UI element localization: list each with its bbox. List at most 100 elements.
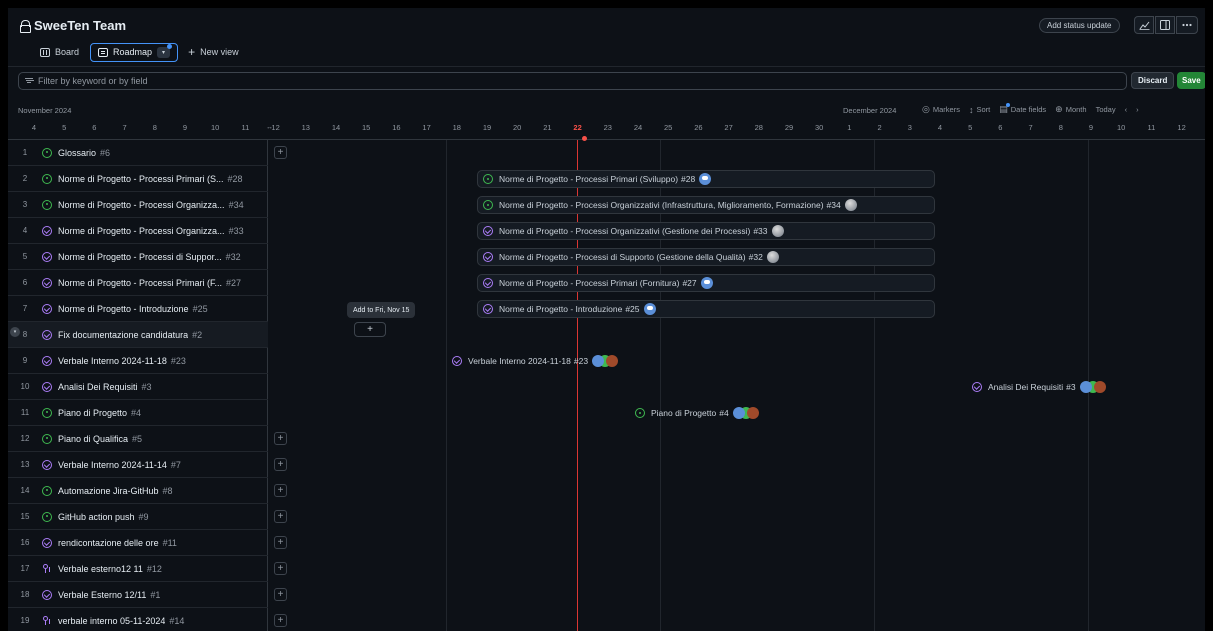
column-resize-icon[interactable]: ↔ xyxy=(266,124,273,131)
add-date-button[interactable]: + xyxy=(274,614,287,627)
avatar[interactable] xyxy=(844,199,857,211)
row-menu-icon[interactable]: ▾ xyxy=(10,327,20,337)
table-row[interactable]: 2 Norme di Progetto - Processi Primari (S… xyxy=(8,166,268,192)
table-row[interactable]: 8 ▾ Fix documentazione candidatura #2 xyxy=(8,322,268,348)
table-row[interactable]: 13 Verbale Interno 2024-11-14 #7 xyxy=(8,452,268,478)
date-fields-button[interactable]: ▤ Date fields xyxy=(999,103,1046,115)
table-row[interactable]: 9 Verbale Interno 2024-11-18 #23 xyxy=(8,348,268,374)
timeline-bar[interactable]: Norme di Progetto - Processi di Supporto… xyxy=(477,248,935,266)
item-title[interactable]: rendicontazione delle ore xyxy=(58,538,159,548)
panel-icon[interactable] xyxy=(1155,16,1175,34)
issue-open-icon xyxy=(483,174,493,184)
table-row[interactable]: 16 rendicontazione delle ore #11 xyxy=(8,530,268,556)
item-title[interactable]: Automazione Jira-GitHub xyxy=(58,486,159,496)
zoom-button[interactable]: ⊕ Month xyxy=(1055,104,1086,115)
add-date-button[interactable]: + xyxy=(274,510,287,523)
timeline-bar[interactable]: Norme di Progetto - Introduzione #25 xyxy=(477,300,935,318)
item-title[interactable]: Norme di Progetto - Processi Organizza..… xyxy=(58,200,225,210)
add-date-button[interactable]: + xyxy=(274,588,287,601)
add-date-button[interactable]: + xyxy=(274,562,287,575)
previous-icon[interactable]: ‹ xyxy=(1125,105,1128,114)
item-title[interactable]: verbale interno 05-11-2024 xyxy=(58,616,165,626)
item-title[interactable]: Fix documentazione candidatura xyxy=(58,330,188,340)
save-button[interactable]: Save xyxy=(1177,72,1205,89)
add-date-button[interactable]: + xyxy=(274,536,287,549)
avatar[interactable] xyxy=(1079,381,1092,393)
table-row[interactable]: 19 verbale interno 05-11-2024 #14 xyxy=(8,608,268,631)
timeline-bar[interactable]: Analisi Dei Requisiti #3 xyxy=(966,378,1136,396)
row-number: 18 xyxy=(20,590,30,599)
item-title[interactable]: Norme di Progetto - Processi di Suppor..… xyxy=(58,252,222,262)
new-view-button[interactable]: + New view xyxy=(188,46,239,58)
avatar[interactable] xyxy=(732,407,745,419)
add-date-button[interactable]: + xyxy=(354,322,386,337)
today-button[interactable]: Today xyxy=(1096,105,1116,114)
markers-icon: ◎ xyxy=(922,104,930,114)
table-row[interactable]: 12 Piano di Qualifica #5 xyxy=(8,426,268,452)
issue-closed-icon xyxy=(483,226,493,236)
avatar[interactable] xyxy=(700,277,713,289)
item-title[interactable]: GitHub action push xyxy=(58,512,135,522)
filter-input[interactable] xyxy=(38,76,1029,86)
table-row[interactable]: 4 Norme di Progetto - Processi Organizza.… xyxy=(8,218,268,244)
item-title[interactable]: Verbale esterno12 11 xyxy=(58,564,143,574)
avatar[interactable] xyxy=(1093,381,1106,393)
table-row[interactable]: 1 Glossario #6 xyxy=(8,140,268,166)
table-row[interactable]: 11 Piano di Progetto #4 xyxy=(8,400,268,426)
filter-row: Discard Save xyxy=(8,66,1205,96)
item-title[interactable]: Verbale Interno 2024-11-14 xyxy=(58,460,167,470)
sort-button[interactable]: ↕ Sort xyxy=(969,105,990,115)
table-row[interactable]: 7 Norme di Progetto - Introduzione #25 xyxy=(8,296,268,322)
timeline-day: 30 xyxy=(815,123,824,132)
timeline-bar[interactable]: Verbale Interno 2024-11-18 #23 xyxy=(446,352,636,370)
table-row[interactable]: 17 Verbale esterno12 11 #12 xyxy=(8,556,268,582)
more-icon[interactable] xyxy=(1176,16,1198,34)
item-title[interactable]: Norme di Progetto - Processi Primari (S.… xyxy=(58,174,224,184)
item-title[interactable]: Piano di Qualifica xyxy=(58,434,128,444)
avatar[interactable] xyxy=(699,173,712,185)
bar-number: #34 xyxy=(826,200,841,210)
chart-icon[interactable] xyxy=(1134,16,1154,34)
item-title[interactable]: Norme di Progetto - Processi Organizza..… xyxy=(58,226,225,236)
table-row[interactable]: 18 Verbale Esterno 12/11 #1 xyxy=(8,582,268,608)
add-date-button[interactable]: + xyxy=(274,146,287,159)
item-title[interactable]: Verbale Interno 2024-11-18 xyxy=(58,356,167,366)
item-title[interactable]: Analisi Dei Requisiti xyxy=(58,382,138,392)
project-title: SweeTen Team xyxy=(20,18,126,33)
date-fields-icon: ▤ xyxy=(999,103,1010,114)
table-row[interactable]: 15 GitHub action push #9 xyxy=(8,504,268,530)
add-date-button[interactable]: + xyxy=(274,432,287,445)
avatar[interactable] xyxy=(766,251,779,263)
timeline-bar[interactable]: Norme di Progetto - Processi Primari (Fo… xyxy=(477,274,935,292)
item-title[interactable]: Glossario xyxy=(58,148,96,158)
discard-button[interactable]: Discard xyxy=(1131,72,1175,89)
avatar[interactable] xyxy=(771,225,784,237)
timeline-bar[interactable]: Norme di Progetto - Processi Organizzati… xyxy=(477,196,935,214)
item-title[interactable]: Norme di Progetto - Processi Primari (F.… xyxy=(58,278,222,288)
tab-board[interactable]: Board xyxy=(33,43,86,62)
timeline-bar[interactable]: Norme di Progetto - Processi Organizzati… xyxy=(477,222,935,240)
next-icon[interactable]: › xyxy=(1136,105,1139,114)
view-options-button[interactable]: ▾ xyxy=(157,43,173,58)
row-number: 2 xyxy=(22,174,28,183)
add-date-button[interactable]: + xyxy=(274,458,287,471)
timeline-bar[interactable]: Piano di Progetto #4 xyxy=(629,404,769,422)
add-status-update-button[interactable]: Add status update xyxy=(1039,18,1120,33)
item-title[interactable]: Piano di Progetto xyxy=(58,408,127,418)
tab-roadmap[interactable]: Roadmap ▾ xyxy=(90,42,179,62)
add-date-button[interactable]: + xyxy=(274,484,287,497)
table-row[interactable]: 6 Norme di Progetto - Processi Primari (F… xyxy=(8,270,268,296)
avatar[interactable] xyxy=(643,303,656,315)
avatar[interactable] xyxy=(606,355,619,367)
avatar[interactable] xyxy=(592,355,605,367)
avatar[interactable] xyxy=(746,407,759,419)
filter-icon xyxy=(25,78,33,84)
table-row[interactable]: 5 Norme di Progetto - Processi di Suppor.… xyxy=(8,244,268,270)
table-row[interactable]: 10 Analisi Dei Requisiti #3 xyxy=(8,374,268,400)
timeline-bar[interactable]: Norme di Progetto - Processi Primari (Sv… xyxy=(477,170,935,188)
table-row[interactable]: 3 Norme di Progetto - Processi Organizza.… xyxy=(8,192,268,218)
table-row[interactable]: 14 Automazione Jira-GitHub #8 xyxy=(8,478,268,504)
item-title[interactable]: Norme di Progetto - Introduzione xyxy=(58,304,189,314)
item-title[interactable]: Verbale Esterno 12/11 xyxy=(58,590,146,600)
markers-button[interactable]: ◎ Markers xyxy=(922,104,960,115)
